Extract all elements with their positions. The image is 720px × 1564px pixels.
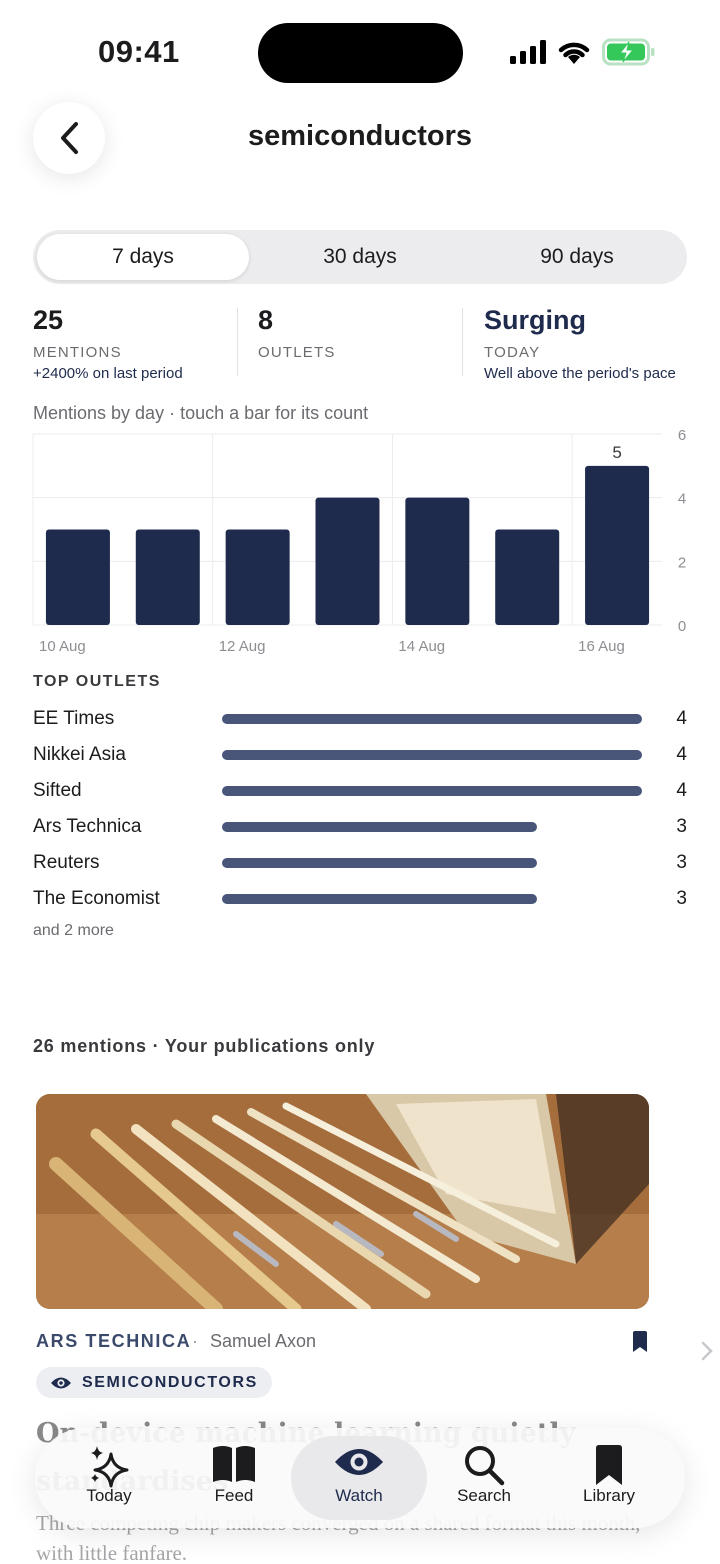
mentions-change: +2400% on last period (33, 365, 183, 382)
tab-watch[interactable]: Watch (291, 1436, 427, 1520)
outlet-row[interactable]: Sifted 4 (33, 776, 687, 806)
outlet-name: Reuters (33, 852, 100, 873)
outlet-name: The Economist (33, 888, 160, 909)
outlet-share-bar (222, 786, 642, 796)
tab-library[interactable]: Library (541, 1436, 677, 1520)
chevron-right-icon[interactable] (700, 1340, 714, 1362)
chart-bar (585, 465, 650, 625)
tab-watch-label: Watch (335, 1486, 383, 1505)
y-tick-label: 2 (678, 554, 686, 571)
trend-stat: Surging TODAY Well above the period's pa… (484, 305, 676, 382)
outlet-name: Sifted (33, 780, 82, 801)
mentions-list-heading: 26 mentions · Your publications only (33, 1036, 376, 1056)
stat-divider (237, 308, 238, 376)
outlet-share-bar (222, 750, 642, 760)
x-tick-label: 12 Aug (219, 638, 266, 655)
trend-label: TODAY (484, 344, 541, 361)
tab-feed-label: Feed (214, 1486, 254, 1505)
outlet-row[interactable]: EE Times 4 (33, 704, 687, 734)
sparkles-icon (91, 1446, 129, 1488)
outlet-row[interactable]: The Economist 3 (33, 884, 687, 914)
tab-library-label: Library (583, 1486, 635, 1505)
outlet-share-bar (222, 822, 537, 832)
tab-search-label: Search (457, 1486, 511, 1505)
dynamic-island (258, 23, 463, 83)
outlet-name: EE Times (33, 708, 115, 729)
outlet-count: 4 (676, 744, 687, 765)
top-outlets-heading: TOP OUTLETS (33, 673, 161, 690)
outlet-count: 3 (676, 816, 687, 837)
outlets-label: OUTLETS (258, 344, 336, 361)
article-author: Samuel Axon (210, 1331, 317, 1351)
tab-30-days[interactable]: 30 days (254, 234, 466, 280)
wifi-icon (558, 42, 590, 64)
cellular-signal-icon (510, 40, 546, 64)
bottom-tab-bar: Today Feed Watch Search Library (35, 1428, 685, 1528)
article-photo (36, 1094, 649, 1309)
status-time: 09:41 (98, 34, 180, 69)
article-image[interactable] (36, 1094, 649, 1309)
book-icon (213, 1446, 255, 1482)
y-tick-label: 6 (678, 427, 686, 444)
topic-tag-label: SEMICONDUCTORS (82, 1373, 258, 1391)
chart-bar (495, 529, 560, 625)
x-tick-label: 16 Aug (578, 638, 625, 655)
outlet-row[interactable]: Ars Technica 3 (33, 812, 687, 842)
outlet-count: 3 (676, 888, 687, 909)
outlet-share-bar (222, 894, 537, 904)
chart-bar (45, 529, 110, 625)
magnifier-icon (465, 1446, 505, 1486)
outlet-share-bar (222, 714, 642, 724)
tab-search[interactable]: Search (416, 1436, 552, 1520)
page-title: semiconductors (248, 120, 472, 152)
outlet-count: 3 (676, 852, 687, 873)
article-source[interactable]: ARS TECHNICA (36, 1331, 191, 1352)
battery-charging-icon (602, 38, 655, 66)
outlet-row[interactable]: Reuters 3 (33, 848, 687, 878)
bookmark-icon[interactable] (632, 1331, 648, 1353)
y-tick-label: 0 (678, 618, 686, 635)
period-segmented-control: 7 days 30 days 90 days (33, 230, 687, 284)
outlets-value: 8 (258, 305, 274, 335)
trend-description: Well above the period's pace (484, 365, 676, 382)
topic-tag[interactable]: SEMICONDUCTORS (36, 1367, 272, 1398)
outlet-count: 4 (676, 780, 687, 801)
eye-icon (335, 1449, 383, 1475)
mentions-label: MENTIONS (33, 344, 122, 361)
outlet-share-bar (222, 858, 537, 868)
meta-separator: · (192, 1331, 198, 1351)
chart-bar (315, 497, 380, 625)
mentions-value: 25 (33, 305, 64, 335)
tab-today[interactable]: Today (41, 1436, 177, 1520)
trend-value: Surging (484, 305, 586, 335)
chart-bar (405, 497, 470, 625)
eye-icon (51, 1377, 71, 1388)
stat-divider (462, 308, 463, 376)
tab-feed[interactable]: Feed (166, 1436, 302, 1520)
chart-bar (225, 529, 290, 625)
bar-value-label: 5 (612, 443, 621, 462)
y-tick-label: 4 (678, 491, 686, 508)
outlet-name: Nikkei Asia (33, 744, 126, 765)
mentions-stat: 25 MENTIONS +2400% on last period (33, 305, 183, 382)
chart-bar (135, 529, 200, 625)
x-tick-label: 10 Aug (39, 638, 86, 655)
more-outlets-link[interactable]: and 2 more (33, 922, 114, 940)
outlet-name: Ars Technica (33, 816, 142, 837)
outlets-stat: 8 OUTLETS (258, 305, 336, 361)
status-bar: 09:41 (0, 0, 720, 100)
tab-90-days[interactable]: 90 days (471, 234, 683, 280)
outlet-row[interactable]: Nikkei Asia 4 (33, 740, 687, 770)
outlet-count: 4 (676, 708, 687, 729)
bookmark-icon (596, 1445, 622, 1485)
tab-7-days[interactable]: 7 days (37, 234, 249, 280)
mentions-by-day-chart: 0 2 4 6 5 10 Aug 12 Aug 14 Aug 16 Aug (32, 427, 686, 655)
x-tick-label: 14 Aug (398, 638, 445, 655)
